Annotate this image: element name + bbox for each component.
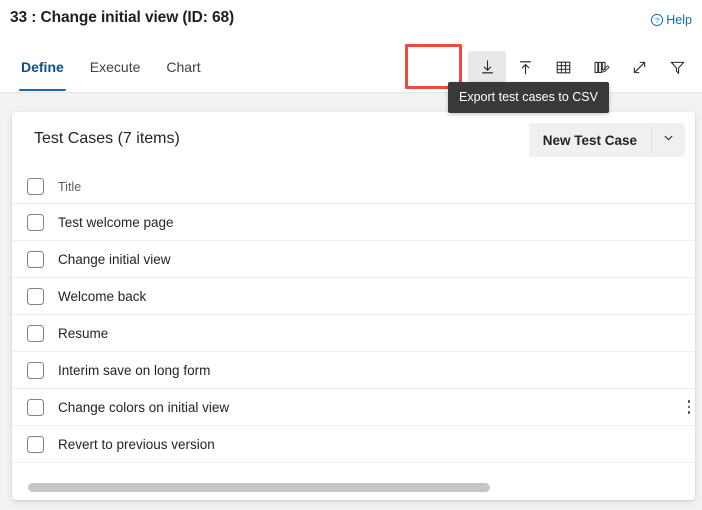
table-row[interactable]: Interim save on long form 5 82 (12, 352, 695, 389)
expand-button[interactable] (620, 51, 658, 83)
download-export-icon (478, 58, 497, 77)
cell-title[interactable]: Revert to previous version (58, 437, 676, 452)
export-csv-button[interactable] (468, 51, 506, 83)
help-link[interactable]: ? Help (650, 13, 692, 27)
table-row[interactable]: Welcome back 3 80 (12, 278, 695, 315)
row-checkbox[interactable] (26, 213, 44, 231)
chevron-down-icon (662, 131, 675, 149)
row-select-cell (12, 398, 58, 416)
cell-title[interactable]: Change colors on initial view (58, 400, 676, 415)
tab-chart[interactable]: Chart (153, 41, 213, 93)
filter-button[interactable] (658, 51, 696, 83)
cell-title[interactable]: Welcome back (58, 289, 676, 304)
row-select-cell (12, 287, 58, 305)
new-test-case-split-button: New Test Case (528, 123, 685, 157)
test-cases-card: Test Cases (7 items) New Test Case Title… (12, 112, 695, 500)
help-label: Help (666, 13, 692, 27)
new-test-case-dropdown-button[interactable] (652, 123, 685, 157)
horizontal-scrollbar-thumb[interactable] (28, 483, 490, 492)
new-test-case-button[interactable]: New Test Case (529, 123, 651, 157)
table-row[interactable]: Change colors on initial view 6 83 (12, 389, 695, 426)
row-checkbox[interactable] (26, 287, 44, 305)
import-csv-button[interactable] (506, 51, 544, 83)
row-select-cell (12, 435, 58, 453)
filter-funnel-icon (668, 58, 687, 77)
row-checkbox[interactable] (26, 250, 44, 268)
horizontal-scrollbar[interactable] (12, 480, 695, 494)
svg-text:?: ? (655, 16, 659, 25)
tab-strip: Define Execute Chart (8, 41, 214, 93)
tab-execute[interactable]: Execute (77, 41, 154, 93)
app-root: 33 : Change initial view (ID: 68) ? Help… (0, 0, 702, 510)
card-title: Test Cases (7 items) (34, 130, 180, 147)
tab-execute-label: Execute (89, 59, 141, 75)
table-row[interactable]: Change initial view 2 79 (12, 241, 695, 278)
tab-define[interactable]: Define (8, 41, 77, 93)
cell-title[interactable]: Test welcome page (58, 215, 676, 230)
cell-title[interactable]: Change initial view (58, 252, 676, 267)
bulk-edit-button[interactable] (582, 51, 620, 83)
cell-title[interactable]: Interim save on long form (58, 363, 676, 378)
table-row[interactable]: Resume 4 81 (12, 315, 695, 352)
grid-scroll-area: Title Order Test Ca Test welcome page 1 … (12, 170, 695, 480)
upload-import-icon (516, 58, 535, 77)
grid-table-icon (554, 58, 573, 77)
row-checkbox[interactable] (26, 435, 44, 453)
column-header-title[interactable]: Title (58, 180, 676, 194)
table-row[interactable]: Revert to previous version 7 84 (12, 426, 695, 463)
grid-view-button[interactable] (544, 51, 582, 83)
table-row[interactable]: Test welcome page 1 76 (12, 204, 695, 241)
tooltip: Export test cases to CSV (448, 82, 609, 113)
row-select-cell (12, 250, 58, 268)
row-checkbox[interactable] (26, 398, 44, 416)
tab-chart-label: Chart (166, 59, 201, 75)
bulk-edit-columns-icon (592, 58, 611, 77)
select-all-checkbox[interactable] (26, 178, 44, 195)
test-cases-grid: Title Order Test Ca Test welcome page 1 … (12, 170, 695, 463)
question-circle-icon: ? (650, 13, 664, 27)
row-checkbox[interactable] (26, 324, 44, 342)
cell-title[interactable]: Resume (58, 326, 676, 341)
row-select-cell (12, 361, 58, 379)
expand-diagonal-icon (630, 58, 649, 77)
row-actions-button[interactable] (676, 400, 695, 414)
page-title: 33 : Change initial view (ID: 68) (10, 9, 235, 26)
tab-define-label: Define (21, 59, 64, 75)
row-select-cell (12, 324, 58, 342)
row-checkbox[interactable] (26, 361, 44, 379)
select-all-cell (12, 178, 58, 195)
new-test-case-label: New Test Case (542, 132, 637, 148)
grid-header-row: Title Order Test Ca (12, 170, 695, 204)
title-bar: 33 : Change initial view (ID: 68) ? Help (0, 0, 702, 41)
row-select-cell (12, 213, 58, 231)
more-vertical-icon (687, 400, 691, 414)
card-header: Test Cases (7 items) New Test Case (12, 112, 695, 170)
